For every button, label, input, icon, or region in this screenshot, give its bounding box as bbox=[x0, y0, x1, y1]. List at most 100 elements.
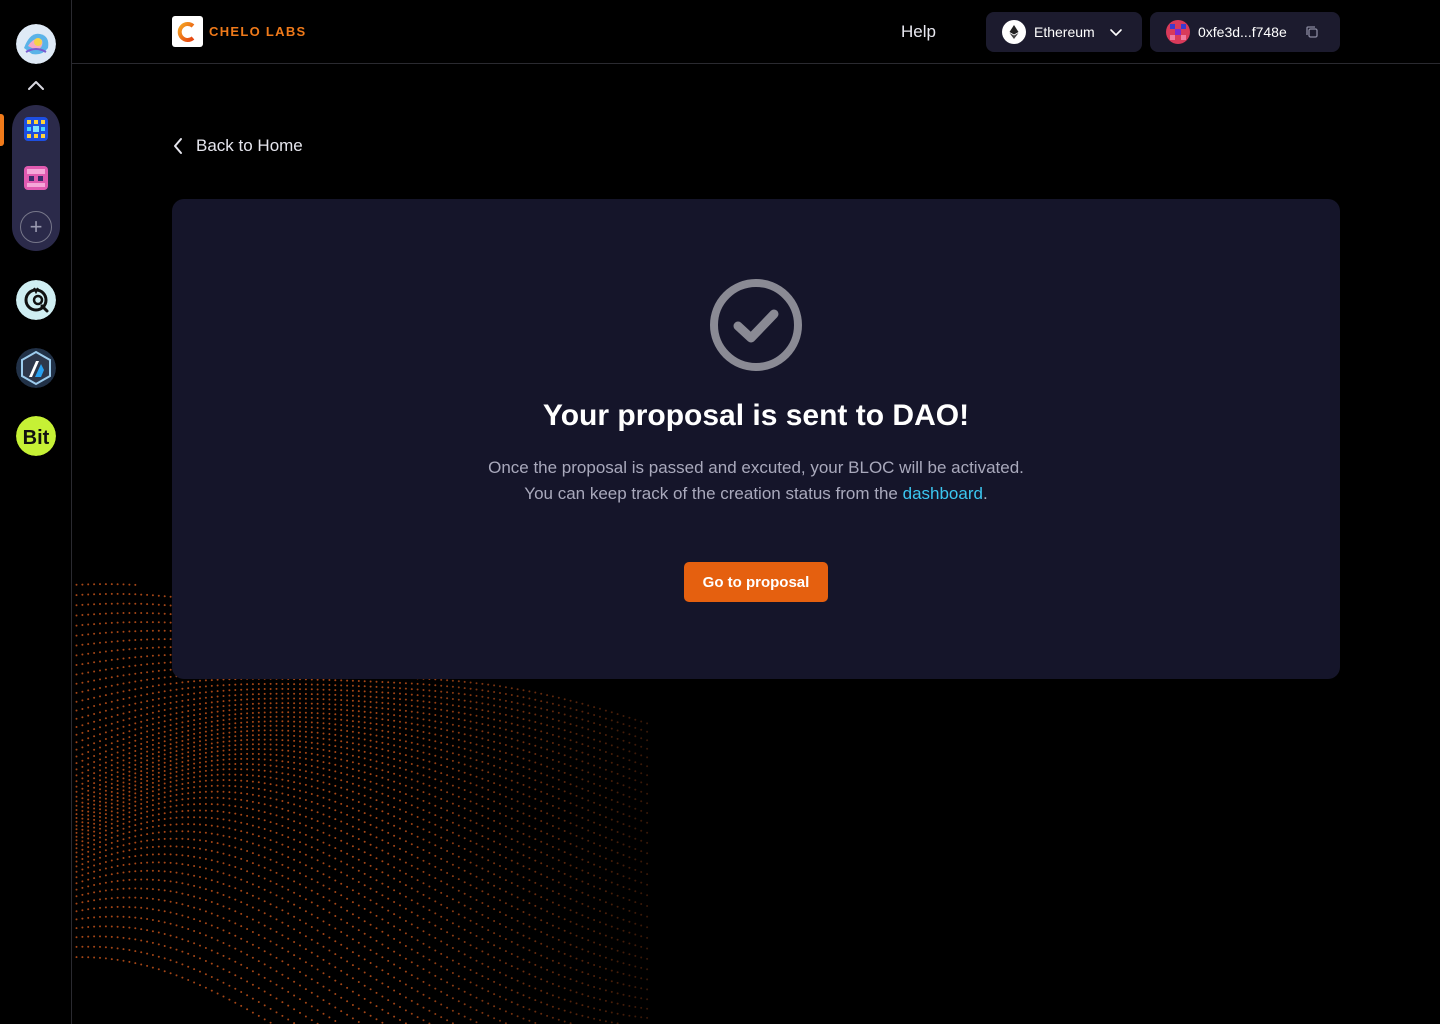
background-dot bbox=[87, 825, 90, 828]
background-dot bbox=[204, 734, 207, 737]
background-dot bbox=[257, 702, 260, 705]
background-dot bbox=[640, 754, 643, 757]
background-dot bbox=[599, 910, 601, 913]
background-dot bbox=[510, 870, 513, 873]
background-dot bbox=[416, 964, 419, 967]
background-dot bbox=[499, 802, 501, 805]
background-dot bbox=[269, 688, 272, 690]
background-dot bbox=[293, 745, 296, 747]
background-dot bbox=[222, 797, 225, 800]
background-dot bbox=[310, 765, 313, 767]
background-dot bbox=[587, 894, 590, 897]
background-dot bbox=[569, 943, 572, 946]
background-dot bbox=[151, 739, 154, 742]
background-dot bbox=[599, 965, 601, 968]
background-dot bbox=[540, 1012, 543, 1015]
background-dot bbox=[428, 753, 431, 756]
background-dot bbox=[493, 773, 496, 776]
background-dot bbox=[104, 724, 107, 727]
background-dot bbox=[610, 808, 613, 811]
background-dot bbox=[622, 875, 625, 878]
background-dot bbox=[504, 867, 507, 870]
background-dot bbox=[434, 714, 437, 716]
background-dot bbox=[599, 943, 601, 946]
background-dot bbox=[340, 931, 343, 933]
background-dot bbox=[193, 714, 196, 717]
background-dot bbox=[587, 883, 590, 885]
background-dot bbox=[581, 787, 584, 790]
background-dot bbox=[240, 792, 243, 795]
background-dot bbox=[257, 875, 260, 877]
background-dot bbox=[104, 838, 107, 841]
background-dot bbox=[393, 744, 396, 747]
background-dot bbox=[99, 678, 101, 681]
background-dot bbox=[216, 705, 219, 708]
background-dot bbox=[175, 754, 178, 757]
background-dot bbox=[328, 865, 331, 868]
background-dot bbox=[622, 757, 625, 760]
background-dot bbox=[569, 765, 572, 767]
background-dot bbox=[75, 594, 78, 597]
background-dot bbox=[263, 748, 266, 751]
background-dot bbox=[104, 781, 107, 784]
background-dot bbox=[222, 709, 225, 712]
background-dot bbox=[316, 829, 319, 832]
background-dot bbox=[628, 909, 631, 912]
background-dot bbox=[175, 682, 178, 685]
background-dot bbox=[87, 860, 90, 863]
background-dot bbox=[287, 809, 290, 812]
background-dot bbox=[140, 798, 143, 801]
background-dot bbox=[122, 719, 125, 722]
background-dot bbox=[551, 742, 554, 744]
background-dot bbox=[222, 826, 225, 829]
background-dot bbox=[210, 869, 213, 871]
background-dot bbox=[122, 583, 125, 586]
background-dot bbox=[169, 713, 172, 716]
background-dot bbox=[93, 830, 96, 833]
background-dot bbox=[557, 807, 560, 810]
background-dot bbox=[169, 790, 172, 793]
background-dot bbox=[269, 880, 272, 883]
background-dot bbox=[228, 713, 231, 716]
background-dot bbox=[493, 920, 496, 922]
background-dot bbox=[128, 766, 131, 769]
background-dot bbox=[369, 788, 372, 791]
background-dot bbox=[275, 765, 278, 768]
background-dot bbox=[146, 801, 149, 803]
background-dot bbox=[575, 923, 578, 926]
background-dot bbox=[257, 769, 260, 772]
background-dot bbox=[363, 778, 366, 781]
background-dot bbox=[128, 770, 131, 773]
background-dot bbox=[493, 1005, 496, 1008]
background-dot bbox=[193, 754, 196, 757]
background-dot bbox=[504, 914, 507, 917]
background-dot bbox=[151, 825, 154, 828]
background-dot bbox=[528, 856, 531, 859]
background-dot bbox=[410, 813, 413, 816]
background-dot bbox=[546, 822, 549, 825]
background-dot bbox=[387, 803, 390, 806]
background-dot bbox=[346, 694, 349, 697]
background-dot bbox=[440, 880, 443, 883]
background-dot bbox=[99, 622, 101, 625]
background-dot bbox=[446, 872, 449, 874]
background-dot bbox=[351, 679, 354, 682]
background-dot bbox=[481, 682, 484, 685]
background-dot bbox=[128, 831, 131, 834]
background-dot bbox=[146, 779, 149, 782]
background-dot bbox=[493, 697, 496, 700]
background-dot bbox=[128, 802, 131, 805]
background-dot bbox=[557, 719, 560, 722]
background-dot bbox=[263, 811, 266, 814]
background-dot bbox=[128, 593, 131, 596]
background-dot bbox=[551, 776, 554, 779]
background-dot bbox=[75, 870, 78, 873]
background-dot bbox=[246, 814, 249, 817]
background-dot bbox=[622, 951, 625, 954]
background-dot bbox=[140, 593, 143, 596]
background-dot bbox=[563, 705, 566, 708]
background-dot bbox=[469, 681, 472, 684]
background-dot bbox=[587, 905, 590, 908]
background-dot bbox=[151, 705, 154, 708]
background-dot bbox=[334, 770, 337, 773]
